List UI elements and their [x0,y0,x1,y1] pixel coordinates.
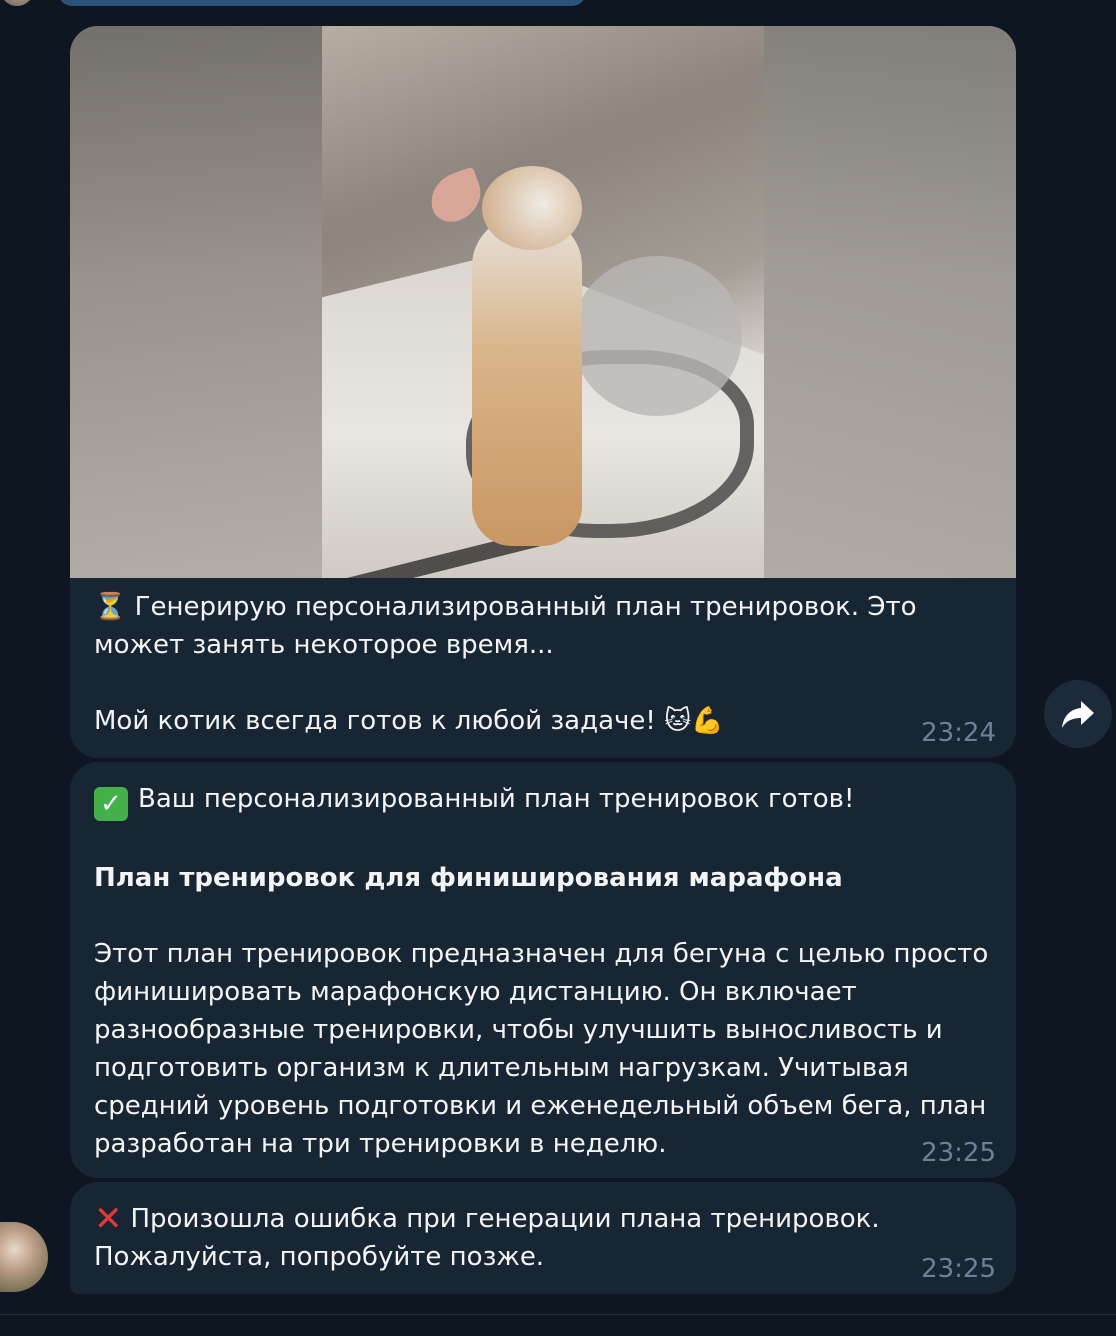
message-bubble-1[interactable]: ⏳ Генерирую персонализированный план тре… [70,26,1016,758]
message-bubble-3[interactable]: ✕ Произошла ошибка при генерации плана тр… [70,1182,1016,1294]
message-line: ⏳ Генерирую персонализированный план тре… [94,592,917,622]
kitten-photo[interactable] [322,26,764,578]
message-line: Мой котик всегда готов к любой задаче! 🐱… [94,706,724,736]
cat-body [472,216,582,546]
message-text: ✕ Произошла ошибка при генерации плана тр… [70,1182,1016,1276]
forward-arrow-icon [1062,701,1094,728]
cat-tail [572,256,742,416]
message-time: 23:25 [921,1254,996,1284]
plan-body-line: финишировать марафонскую дистанцию. Он в… [94,977,857,1007]
message-time: 23:24 [921,718,996,748]
forward-button[interactable] [1044,680,1112,748]
check-mark-icon: ✓ [94,787,128,821]
message-line: Ваш персонализированный план тренировок … [138,784,855,814]
video-preview[interactable] [70,26,1016,578]
plan-body-line: разнообразные тренировки, чтобы улучшить… [94,1015,943,1045]
previous-avatar[interactable] [0,0,34,6]
plan-body-line: Этот план тренировок предназначен для бе… [94,939,989,969]
plan-title: План тренировок для финиширования марафо… [94,863,843,893]
message-line: Произошла ошибка при генерации плана тре… [130,1204,880,1234]
plan-body-line: средний уровень подготовки и еженедельны… [94,1091,987,1121]
cross-mark-icon: ✕ [94,1199,123,1239]
cat-ear [423,166,489,228]
message-time: 23:25 [921,1138,996,1168]
message-line: Пожалуйста, попробуйте позже. [94,1242,545,1272]
plan-body-line: подготовить организм к длительным нагруз… [94,1053,909,1083]
message-line: может занять некоторое время... [94,630,554,660]
plan-body-line: разработан на три тренировки в неделю. [94,1129,667,1159]
message-bubble-2[interactable]: ✓ Ваш персонализированный план тренировок… [70,762,1016,1178]
sender-avatar[interactable] [0,1222,48,1292]
divider [0,1314,1116,1315]
message-text: ⏳ Генерирую персонализированный план тре… [70,578,1016,740]
message-text: ✓ Ваш персонализированный план тренировок… [70,762,1016,1163]
cat-head [482,166,582,250]
previous-message-bubble-edge [58,0,586,6]
media-blur-right [764,26,1016,578]
media-blur-left [70,26,322,578]
